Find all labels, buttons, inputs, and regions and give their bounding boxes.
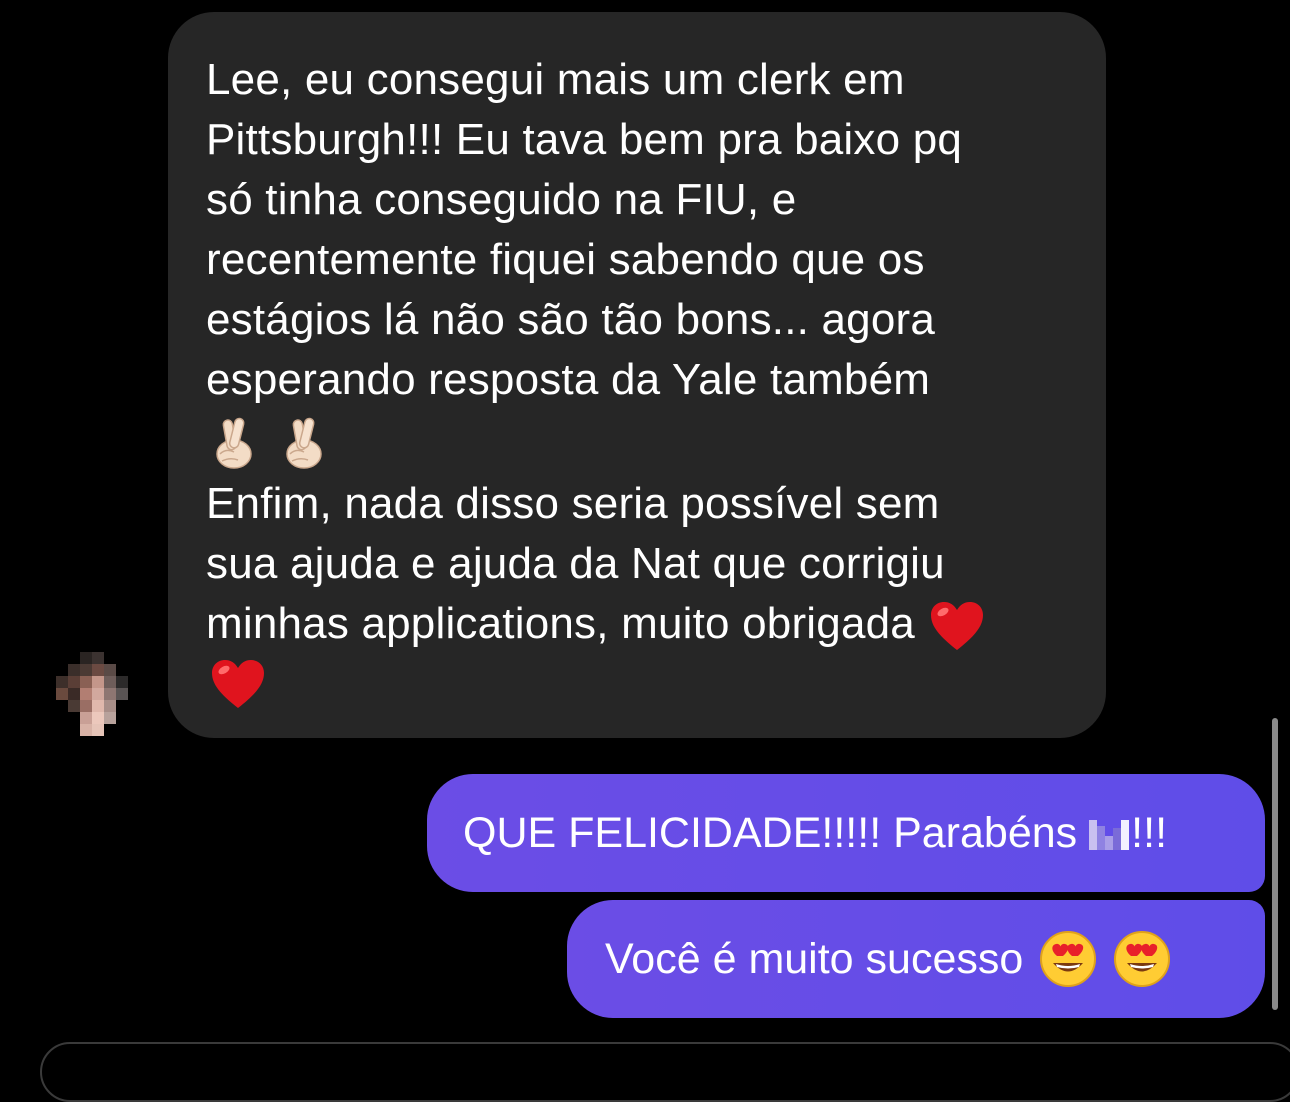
message-text-line: esperando resposta da Yale também bbox=[206, 355, 931, 404]
outgoing-message-bubble[interactable]: Você é muito sucesso bbox=[567, 900, 1265, 1018]
message-text-fragment: minhas applications, muito obrigada bbox=[206, 599, 915, 648]
heart-eyes-icon bbox=[1114, 931, 1171, 987]
message-text-line: Enfim, nada disso seria possível sem bbox=[206, 479, 940, 528]
message-text-line: sua ajuda e ajuda da Nat que corrigiu bbox=[206, 539, 945, 588]
censored-name bbox=[1089, 816, 1130, 850]
heart-row bbox=[206, 654, 1066, 714]
incoming-message-bubble[interactable]: Lee, eu consegui mais um clerk em Pittsb… bbox=[168, 12, 1106, 738]
message-thread[interactable]: Lee, eu consegui mais um clerk em Pittsb… bbox=[0, 0, 1290, 1102]
avatar[interactable] bbox=[44, 652, 136, 744]
message-text-fragment: QUE FELICIDADE!!!!! Parabéns bbox=[463, 808, 1078, 857]
crossed-fingers-icon bbox=[216, 417, 252, 469]
message-text-line: só tinha conseguido na FIU, e bbox=[206, 175, 797, 224]
message-text-line: Lee, eu consegui mais um clerk em bbox=[206, 55, 905, 104]
message-text-line: recentemente fiquei sabendo que os bbox=[206, 235, 925, 284]
crossed-fingers-icon bbox=[286, 417, 322, 469]
outgoing-message-bubble[interactable]: QUE FELICIDADE!!!!! Parabéns !!! bbox=[427, 774, 1265, 892]
scrollbar[interactable] bbox=[1272, 718, 1278, 1010]
message-text-line: Pittsburgh!!! Eu tava bem pra baixo pq bbox=[206, 115, 963, 164]
emoji-row bbox=[206, 410, 1066, 474]
message-text-line: estágios lá não são tão bons... agora bbox=[206, 295, 936, 344]
red-heart-icon bbox=[212, 660, 264, 708]
red-heart-icon bbox=[930, 602, 983, 651]
message-text-line: minhas applications, muito obrigada bbox=[206, 594, 1066, 654]
heart-eyes-icon bbox=[1040, 931, 1097, 987]
message-text: Você é muito sucesso bbox=[605, 934, 1024, 983]
message-text-fragment: !!! bbox=[1131, 808, 1168, 857]
message-composer[interactable] bbox=[40, 1042, 1290, 1102]
